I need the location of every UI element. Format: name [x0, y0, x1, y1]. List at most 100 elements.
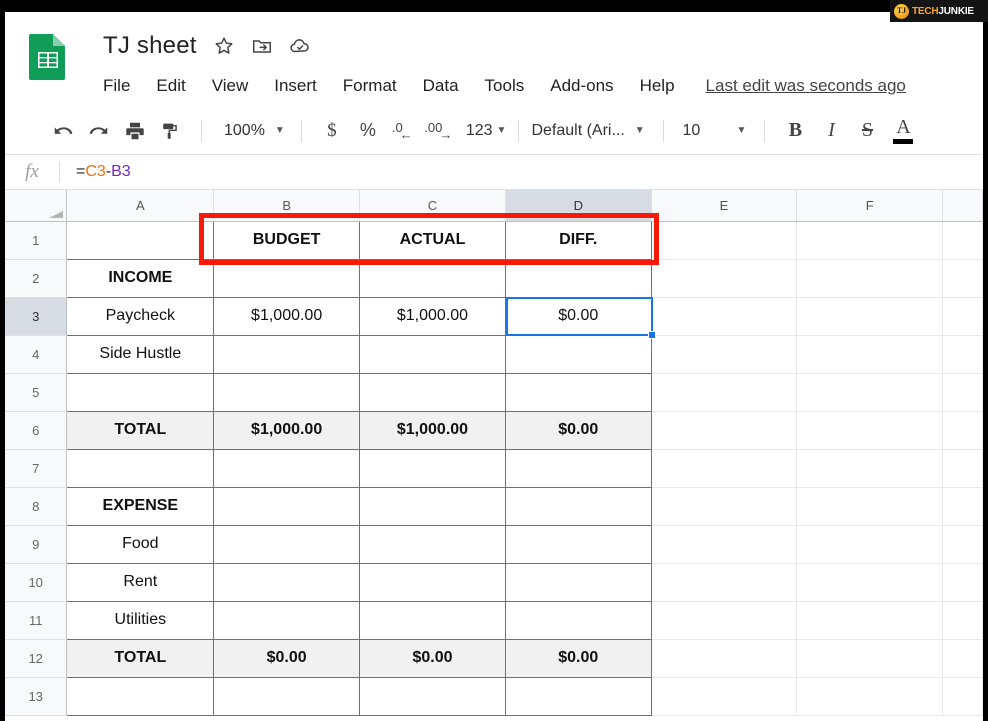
cell-a12[interactable]: TOTAL [66, 638, 215, 678]
star-icon[interactable] [213, 35, 235, 57]
cell-e10[interactable] [651, 563, 798, 602]
cell-c1[interactable]: ACTUAL [359, 220, 506, 260]
cell-f12[interactable] [796, 639, 944, 678]
undo-icon[interactable] [45, 114, 81, 148]
cell-e2[interactable] [651, 259, 798, 298]
cell-g7[interactable] [942, 449, 983, 488]
formula-input[interactable]: =C3-B3 [60, 163, 983, 181]
cell-e4[interactable] [651, 335, 798, 374]
cell-d8[interactable] [504, 486, 652, 526]
cell-c13[interactable] [359, 676, 506, 716]
column-header-c[interactable]: C [359, 190, 506, 222]
column-header-g-partial[interactable] [942, 190, 983, 222]
cell-a5[interactable] [66, 372, 215, 412]
cell-b5[interactable] [213, 372, 361, 412]
redo-icon[interactable] [81, 114, 117, 148]
cell-g1[interactable] [942, 221, 983, 260]
menu-item-addons[interactable]: Add-ons [537, 74, 626, 98]
cell-g3[interactable] [942, 297, 983, 336]
menu-item-format[interactable]: Format [330, 74, 410, 98]
cell-c10[interactable] [359, 562, 506, 602]
cell-b6[interactable]: $1,000.00 [213, 410, 361, 450]
menu-item-data[interactable]: Data [410, 74, 472, 98]
cell-d13[interactable] [504, 676, 652, 716]
bold-button[interactable]: B [777, 114, 813, 148]
cell-e7[interactable] [651, 449, 798, 488]
cell-b7[interactable] [213, 448, 361, 488]
cell-a8[interactable]: EXPENSE [66, 486, 215, 526]
cell-e5[interactable] [651, 373, 798, 412]
menu-item-view[interactable]: View [199, 74, 262, 98]
cell-a1[interactable] [66, 220, 215, 260]
cell-e13[interactable] [651, 677, 798, 716]
cell-g12[interactable] [942, 639, 983, 678]
cell-b4[interactable] [213, 334, 361, 374]
text-color-button[interactable]: A [885, 114, 921, 148]
percent-format-button[interactable]: % [350, 114, 386, 148]
cell-c12[interactable]: $0.00 [359, 638, 506, 678]
cell-c5[interactable] [359, 372, 506, 412]
cell-d5[interactable] [504, 372, 652, 412]
row-header-4[interactable]: 4 [5, 335, 68, 374]
cell-d6[interactable]: $0.00 [504, 410, 652, 450]
cell-f5[interactable] [796, 373, 944, 412]
menu-item-insert[interactable]: Insert [261, 74, 330, 98]
decrease-decimal-button[interactable]: .0 ← [386, 114, 422, 148]
number-format-dropdown[interactable]: 123 ▼ [458, 122, 507, 140]
paint-format-icon[interactable] [153, 114, 189, 148]
cell-e3[interactable] [651, 297, 798, 336]
row-header-8[interactable]: 8 [5, 487, 68, 526]
cell-e9[interactable] [651, 525, 798, 564]
row-header-13[interactable]: 13 [5, 677, 68, 716]
cell-c8[interactable] [359, 486, 506, 526]
row-header-2[interactable]: 2 [5, 259, 68, 298]
zoom-dropdown[interactable]: 100% ▼ [214, 122, 289, 140]
cell-f9[interactable] [796, 525, 944, 564]
select-all-corner[interactable] [5, 190, 68, 222]
cell-g6[interactable] [942, 411, 983, 450]
italic-button[interactable]: I [813, 114, 849, 148]
column-header-d[interactable]: D [505, 190, 652, 222]
cell-b3[interactable]: $1,000.00 [213, 296, 361, 336]
cell-f10[interactable] [796, 563, 944, 602]
google-sheets-icon[interactable] [27, 32, 69, 82]
cell-g10[interactable] [942, 563, 983, 602]
row-header-12[interactable]: 12 [5, 639, 68, 678]
cell-f4[interactable] [796, 335, 944, 374]
strikethrough-button[interactable]: S [849, 114, 885, 148]
cell-a11[interactable]: Utilities [66, 600, 215, 640]
cell-g2[interactable] [942, 259, 983, 298]
cell-f3[interactable] [796, 297, 944, 336]
cell-b9[interactable] [213, 524, 361, 564]
menu-item-tools[interactable]: Tools [472, 74, 538, 98]
cell-e6[interactable] [651, 411, 798, 450]
row-header-6[interactable]: 6 [5, 411, 68, 450]
cell-b8[interactable] [213, 486, 361, 526]
document-title[interactable]: TJ sheet [103, 32, 197, 60]
cell-f1[interactable] [796, 221, 944, 260]
cell-a10[interactable]: Rent [66, 562, 215, 602]
cell-c3[interactable]: $1,000.00 [359, 296, 506, 336]
cell-f8[interactable] [796, 487, 944, 526]
cell-a4[interactable]: Side Hustle [66, 334, 215, 374]
cell-c4[interactable] [359, 334, 506, 374]
cloud-saved-icon[interactable] [289, 35, 311, 57]
row-header-10[interactable]: 10 [5, 563, 68, 602]
cell-g9[interactable] [942, 525, 983, 564]
cell-e11[interactable] [651, 601, 798, 640]
cell-d3[interactable]: $0.00 [504, 296, 652, 336]
cell-a13[interactable] [66, 676, 215, 716]
last-edit-link[interactable]: Last edit was seconds ago [706, 76, 906, 96]
increase-decimal-button[interactable]: .00 → [422, 114, 458, 148]
cell-e12[interactable] [651, 639, 798, 678]
cell-d11[interactable] [504, 600, 652, 640]
column-header-f[interactable]: F [796, 190, 944, 222]
currency-format-button[interactable]: $ [314, 114, 350, 148]
cell-c9[interactable] [359, 524, 506, 564]
row-header-11[interactable]: 11 [5, 601, 68, 640]
cell-d1[interactable]: DIFF. [504, 220, 652, 260]
cell-e8[interactable] [651, 487, 798, 526]
cell-f6[interactable] [796, 411, 944, 450]
cell-g8[interactable] [942, 487, 983, 526]
cell-b2[interactable] [213, 258, 361, 298]
